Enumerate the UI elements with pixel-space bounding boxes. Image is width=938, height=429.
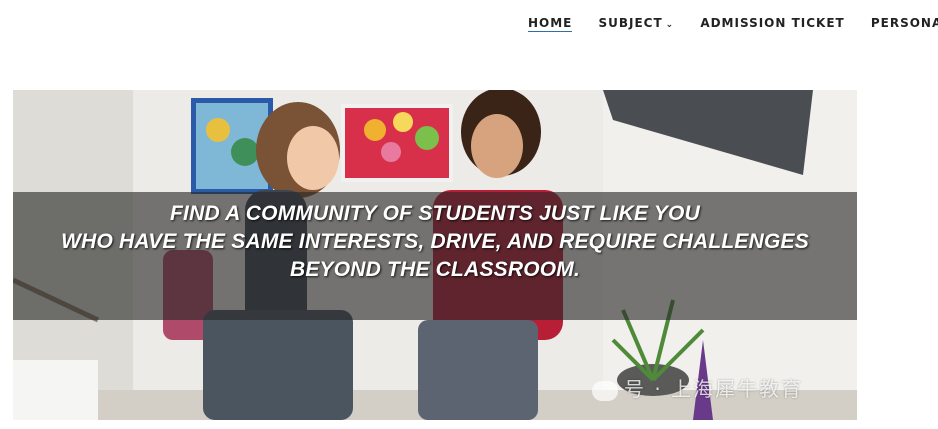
hero-text-overlay: FIND A COMMUNITY OF STUDENTS JUST LIKE Y… [13,192,857,320]
hero-headline-line-2: WHO HAVE THE SAME INTERESTS, DRIVE, AND … [61,230,809,253]
watermark-text: 号 · 上海犀牛教育 [624,377,804,401]
hero-headline-line-1: FIND A COMMUNITY OF STUDENTS JUST LIKE Y… [170,202,700,225]
nav-admission-ticket[interactable]: ADMISSION TICKET [700,15,844,31]
nav-subject[interactable]: SUBJECT ⌄ [598,15,674,33]
chevron-down-icon: ⌄ [665,20,675,30]
nav-home[interactable]: HOME [528,15,573,32]
hero-headline-line-3: BEYOND THE CLASSROOM. [289,258,581,281]
main-nav: HOME SUBJECT⌄ ADMISSION TICKET PERSONAL … [528,15,938,35]
nav-subject-label: SUBJECT [598,16,663,30]
nav-personal-center[interactable]: PERSONAL CENT [871,15,938,31]
wechat-icon [592,380,618,401]
watermark: 号 · 上海犀牛教育 [592,373,803,402]
hero-banner: FIND A COMMUNITY OF STUDENTS JUST LIKE Y… [13,90,857,420]
